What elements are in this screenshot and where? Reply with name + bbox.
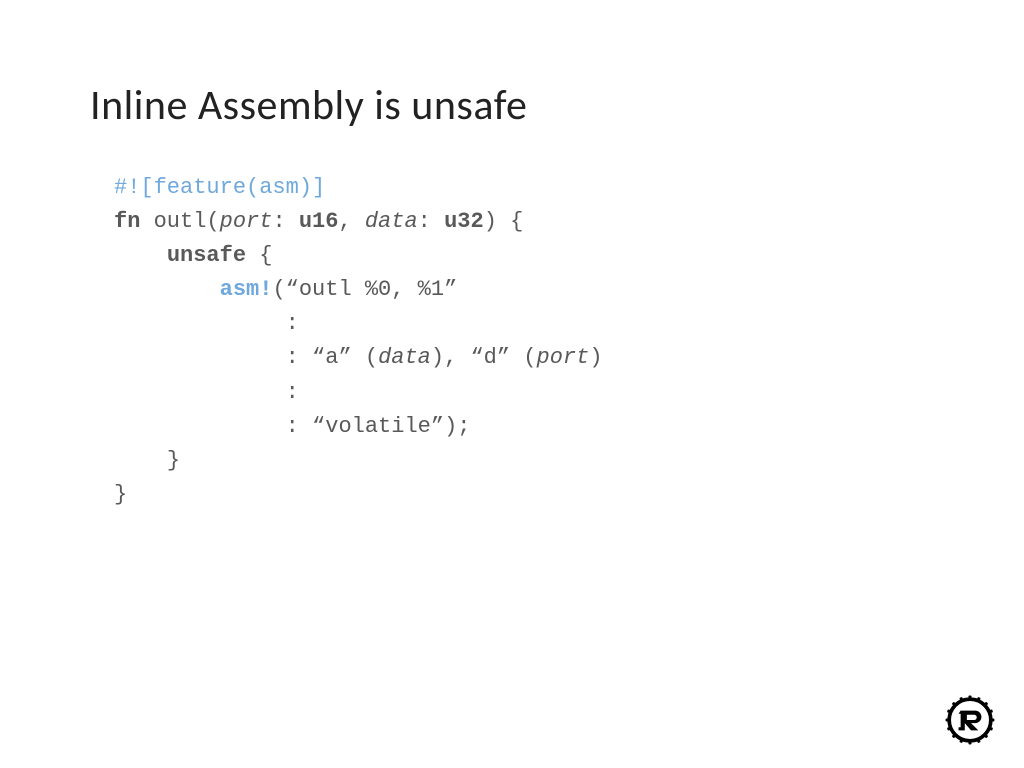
kw-fn: fn: [114, 209, 140, 234]
constraint: : “a” (: [286, 345, 378, 370]
sep: :: [272, 209, 298, 234]
rust-logo-icon: [944, 694, 996, 746]
sep: :: [418, 209, 444, 234]
asm-body: (“outl %0, %1”: [272, 277, 457, 302]
param-port: port: [220, 209, 273, 234]
type-u32: u32: [444, 209, 484, 234]
brace: }: [114, 482, 127, 507]
slide-title: Inline Assembly is unsafe: [90, 80, 934, 131]
code-attr: #![feature(asm)]: [114, 175, 325, 200]
indent: [114, 414, 286, 439]
slide: Inline Assembly is unsafe #![feature(asm…: [0, 0, 1024, 768]
indent: [114, 277, 220, 302]
indent: [114, 380, 286, 405]
fn-name: outl(: [140, 209, 219, 234]
type-u16: u16: [299, 209, 339, 234]
volatile: : “volatile”);: [286, 414, 471, 439]
colon: :: [286, 380, 299, 405]
param-data: data: [365, 209, 418, 234]
asm-macro: asm!: [220, 277, 273, 302]
constraint: ), “d” (: [431, 345, 537, 370]
brace: }: [167, 448, 180, 473]
kw-unsafe: unsafe: [167, 243, 246, 268]
constraint: ): [589, 345, 602, 370]
colon: :: [286, 311, 299, 336]
indent: [114, 448, 167, 473]
indent: [114, 311, 286, 336]
code-block: #![feature(asm)] fn outl(port: u16, data…: [114, 171, 934, 512]
brace: ) {: [484, 209, 524, 234]
indent: [114, 243, 167, 268]
var-data: data: [378, 345, 431, 370]
sep: ,: [338, 209, 364, 234]
indent: [114, 345, 286, 370]
brace: {: [246, 243, 272, 268]
var-port: port: [537, 345, 590, 370]
